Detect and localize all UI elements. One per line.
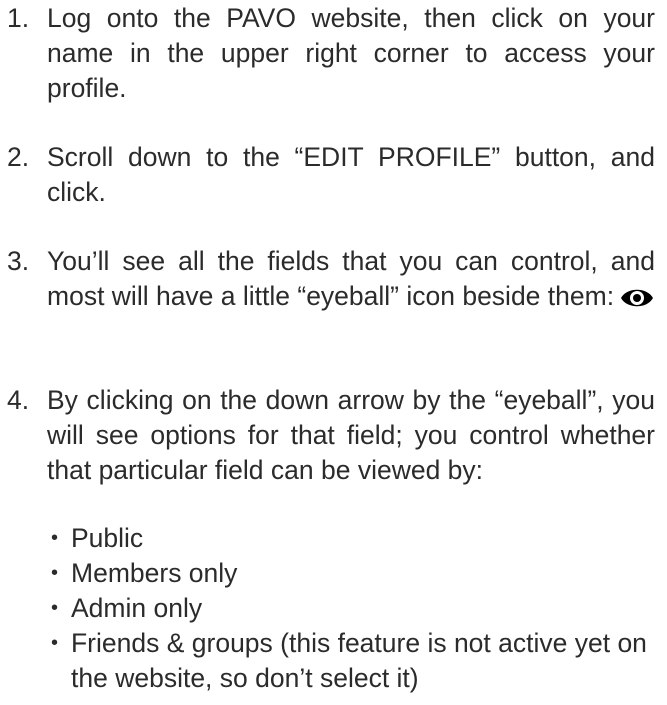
option-label: Members only — [71, 558, 238, 588]
step-text: By clicking on the down arrow by the “ey… — [47, 385, 655, 485]
option-label: Friends & groups (this feature is not ac… — [71, 628, 647, 693]
step-text: Log onto the PAVO website, then click on… — [47, 3, 655, 103]
step-text-container: You’ll see all the fields that you can c… — [47, 244, 655, 320]
instructions-page: 1. Log onto the PAVO website, then click… — [0, 0, 667, 705]
option-label: Public — [71, 523, 144, 553]
list-item: • Public — [47, 521, 655, 556]
step-text: Scroll down to the “EDIT PROFILE” button… — [47, 142, 655, 207]
step-4: 4. By clicking on the down arrow by the … — [0, 383, 655, 488]
step-number: 1. — [7, 3, 30, 33]
step-3: 3. You’ll see all the fields that you ca… — [0, 244, 655, 320]
bullet-icon: • — [51, 597, 59, 619]
step-number: 4. — [7, 385, 30, 415]
step-text: You’ll see all the fields that you can c… — [47, 246, 655, 311]
step-number: 2. — [7, 142, 30, 172]
step-number: 3. — [7, 246, 30, 276]
eye-icon — [620, 285, 654, 320]
step-1: 1. Log onto the PAVO website, then click… — [0, 1, 655, 106]
list-item: • Members only — [47, 556, 655, 591]
list-item: • Friends & groups (this feature is not … — [47, 626, 655, 696]
option-label: Admin only — [71, 593, 203, 623]
bullet-icon: • — [51, 562, 59, 584]
bullet-icon: • — [51, 632, 59, 654]
visibility-options-list: • Public • Members only • Admin only • F… — [47, 521, 655, 696]
step-2: 2. Scroll down to the “EDIT PROFILE” but… — [0, 140, 655, 210]
bullet-icon: • — [51, 527, 59, 549]
list-item: • Admin only — [47, 591, 655, 626]
